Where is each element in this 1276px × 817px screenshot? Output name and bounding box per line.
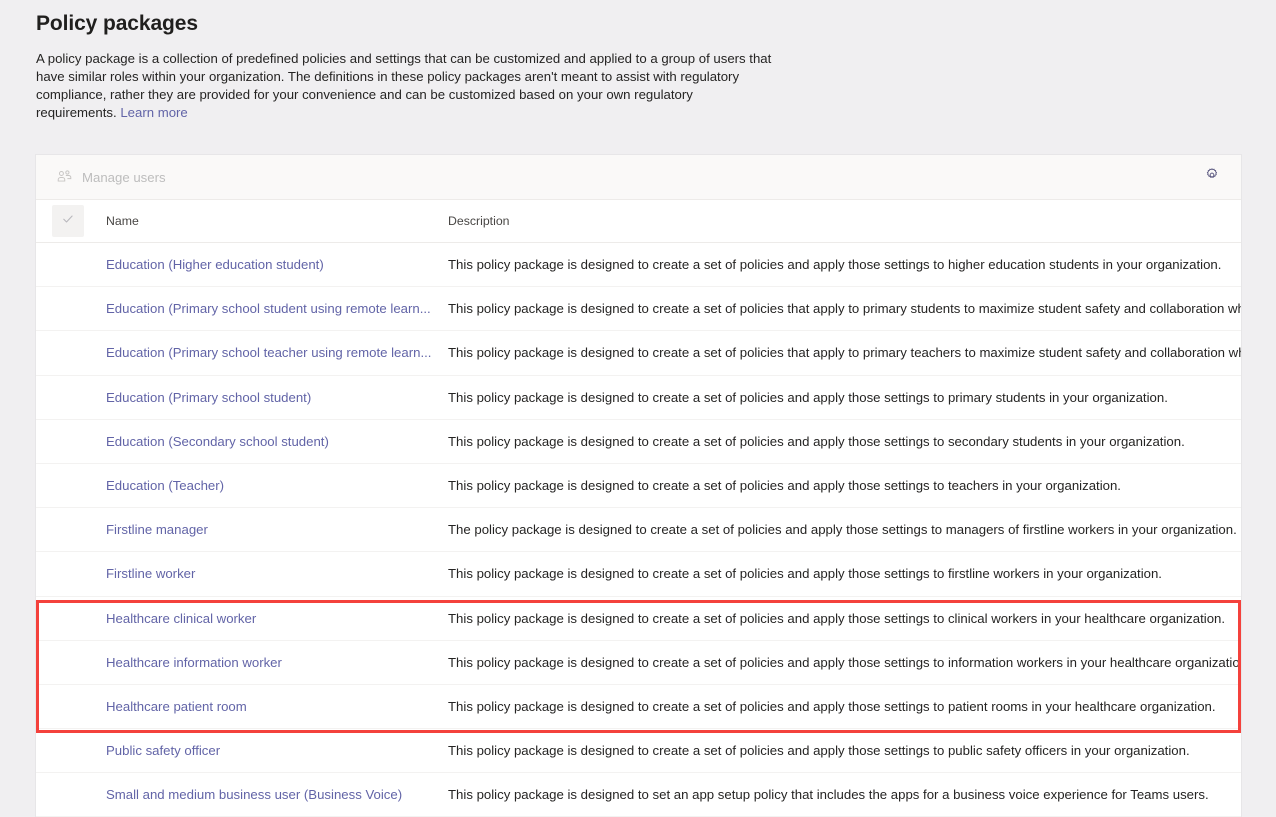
checkmark-icon xyxy=(61,212,75,231)
select-all-checkbox[interactable] xyxy=(52,205,84,237)
page-header: Policy packages A policy package is a co… xyxy=(0,0,1276,122)
command-bar: Manage users xyxy=(36,155,1241,200)
page-title: Policy packages xyxy=(36,12,198,35)
table-row[interactable]: Healthcare clinical worker This policy pa… xyxy=(36,596,1241,641)
policy-package-name-link[interactable]: Healthcare patient room xyxy=(106,699,448,714)
policy-packages-table: Name Description Education (Higher educa… xyxy=(36,200,1241,817)
policy-package-name-link[interactable]: Education (Primary school student) xyxy=(106,390,448,405)
policy-package-name-link[interactable]: Education (Secondary school student) xyxy=(106,434,448,449)
page-description: A policy package is a collection of pred… xyxy=(36,50,776,122)
policy-package-name-link[interactable]: Education (Teacher) xyxy=(106,478,448,493)
table-body: Education (Higher education student) This… xyxy=(36,243,1241,817)
column-header-name[interactable]: Name xyxy=(106,214,448,228)
policy-package-name-link[interactable]: Public safety officer xyxy=(106,743,448,758)
gear-icon xyxy=(1204,167,1220,188)
table-row[interactable]: Education (Teacher) This policy package i… xyxy=(36,463,1241,509)
policy-package-description: This policy package is designed to creat… xyxy=(448,389,1168,405)
policy-package-name-link[interactable]: Small and medium business user (Business… xyxy=(106,787,448,802)
policy-package-description: This policy package is designed to creat… xyxy=(448,257,1222,273)
policy-package-description: This policy package is designed to creat… xyxy=(448,610,1226,626)
policy-package-name-link[interactable]: Firstline worker xyxy=(106,566,448,581)
policy-package-name-link[interactable]: Healthcare information worker xyxy=(106,655,448,670)
policy-package-name-link[interactable]: Education (Higher education student) xyxy=(106,257,448,272)
policy-package-name-link[interactable]: Healthcare clinical worker xyxy=(106,611,448,626)
policy-package-description: This policy package is designed to creat… xyxy=(448,698,1216,714)
policy-package-name-link[interactable]: Education (Primary school teacher using … xyxy=(106,345,448,360)
column-header-description[interactable]: Description xyxy=(448,214,1241,228)
policy-packages-card: Manage users Name Description Education … xyxy=(36,155,1241,817)
policy-package-description: This policy package is designed to creat… xyxy=(448,345,1241,361)
policy-package-description: This policy package is designed to creat… xyxy=(448,478,1121,494)
policy-package-description: This policy package is designed to creat… xyxy=(448,654,1241,670)
policy-package-name-link[interactable]: Firstline manager xyxy=(106,522,448,537)
table-row[interactable]: Firstline manager The policy package is d… xyxy=(36,508,1241,553)
manage-users-label: Manage users xyxy=(82,169,166,185)
policy-package-description: This policy package is designed to creat… xyxy=(448,301,1241,317)
table-row[interactable]: Education (Primary school student using … xyxy=(36,287,1241,332)
table-row[interactable]: Public safety officer This policy package… xyxy=(36,729,1241,774)
table-row[interactable]: Healthcare information worker This policy… xyxy=(36,640,1241,685)
table-row[interactable]: Education (Higher education student) This… xyxy=(36,243,1241,288)
manage-users-button[interactable]: Manage users xyxy=(52,161,170,193)
settings-button[interactable] xyxy=(1197,162,1227,192)
policy-package-name-link[interactable]: Education (Primary school student using … xyxy=(106,301,448,316)
table-row[interactable]: Education (Primary school teacher using … xyxy=(36,331,1241,376)
policy-package-description: This policy package is designed to creat… xyxy=(448,743,1190,759)
table-row[interactable]: Healthcare patient room This policy packa… xyxy=(36,684,1241,730)
policy-package-description: This policy package is designed to creat… xyxy=(448,433,1185,449)
table-row[interactable]: Education (Primary school student) This p… xyxy=(36,375,1241,420)
learn-more-link[interactable]: Learn more xyxy=(120,105,187,120)
policy-package-description: The policy package is designed to create… xyxy=(448,522,1237,538)
people-icon xyxy=(56,169,73,186)
table-row[interactable]: Education (Secondary school student) This… xyxy=(36,419,1241,464)
table-header-row: Name Description xyxy=(36,200,1241,243)
policy-package-description: This policy package is designed to creat… xyxy=(448,566,1162,582)
table-row[interactable]: Firstline worker This policy package is d… xyxy=(36,552,1241,597)
policy-package-description: This policy package is designed to set a… xyxy=(448,787,1209,803)
select-all-cell xyxy=(52,205,106,237)
table-row[interactable]: Small and medium business user (Business… xyxy=(36,773,1241,817)
